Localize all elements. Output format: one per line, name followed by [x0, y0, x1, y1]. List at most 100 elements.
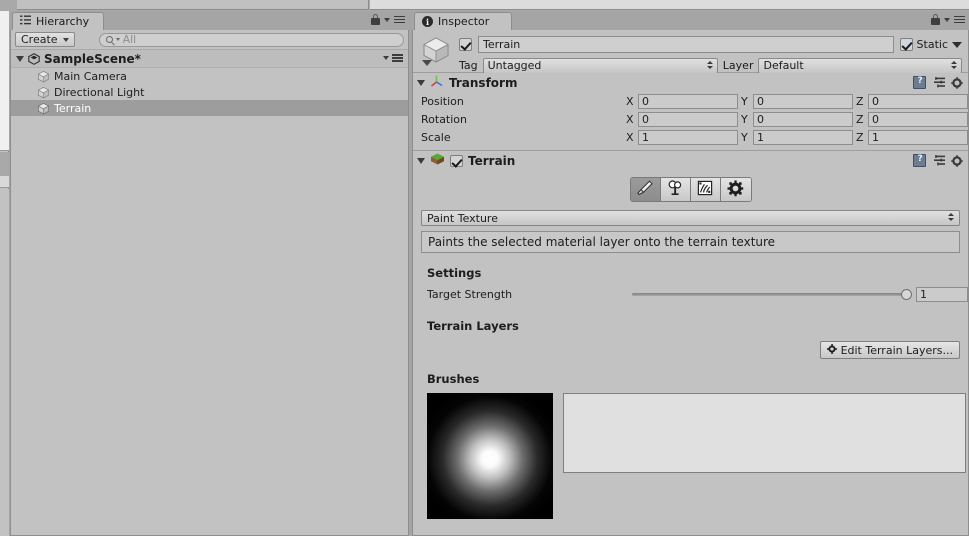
hamburger-menu-icon[interactable] [394, 15, 405, 24]
gear-icon[interactable] [951, 76, 963, 89]
position-x-input[interactable]: 0 [638, 93, 738, 109]
position-z-value: 0 [872, 94, 879, 108]
position-x-value: 0 [642, 94, 649, 108]
component-header-terrain[interactable]: Terrain [413, 151, 968, 170]
search-input[interactable]: All [98, 32, 404, 47]
list-item[interactable]: Main Camera [11, 68, 408, 84]
component-header-transform[interactable]: Transform [413, 73, 968, 92]
target-strength-label: Target Strength [427, 287, 513, 301]
object-name-input[interactable]: Terrain [478, 36, 894, 53]
help-book-icon[interactable] [913, 76, 926, 89]
transform-header-icons [913, 76, 963, 89]
tag-value: Untagged [487, 59, 542, 72]
target-strength-slider[interactable]: 1 [632, 286, 968, 302]
static-checkbox[interactable] [899, 38, 913, 51]
scale-x-input[interactable]: 1 [638, 129, 738, 145]
help-book-icon[interactable] [913, 154, 926, 167]
static-label: Static [916, 38, 948, 51]
chevron-down-icon[interactable] [952, 41, 962, 48]
terrain-tool-group [629, 177, 752, 202]
transform-rotation-row: Rotation X 0 Y 0 Z 0 [413, 110, 968, 128]
chevron-updown-icon [951, 60, 957, 69]
list-item[interactable]: Directional Light [11, 84, 408, 100]
inspector-tabbar: i Inspector [412, 11, 969, 30]
scale-z-value: 1 [872, 130, 879, 144]
scene-context-menu[interactable] [383, 54, 403, 62]
object-thumbnail-icon [421, 35, 451, 66]
chevron-down-icon [62, 37, 69, 42]
rotation-z-input[interactable]: 0 [868, 111, 968, 127]
paint-terrain-tool-button[interactable] [630, 178, 661, 201]
chevron-down-icon[interactable] [944, 17, 950, 22]
brush-preview[interactable] [427, 393, 553, 519]
terrain-title: Terrain [468, 153, 516, 168]
rotation-y-value: 0 [757, 112, 764, 126]
chevron-down-icon [383, 55, 389, 60]
position-y-input[interactable]: 0 [753, 93, 853, 109]
tab-hierarchy[interactable]: Hierarchy [12, 12, 105, 30]
triangle-down-icon[interactable] [16, 55, 24, 62]
slider-handle[interactable] [901, 288, 912, 300]
triangle-down-icon[interactable] [422, 60, 432, 66]
lock-icon[interactable] [371, 14, 380, 25]
target-strength-input[interactable]: 1 [916, 286, 968, 302]
terrain-enabled-checkbox[interactable] [450, 154, 463, 167]
terrain-mode-value: Paint Texture [427, 211, 498, 225]
position-fields: X 0 Y 0 Z 0 [626, 93, 968, 109]
layer-dropdown[interactable]: Default [758, 57, 962, 74]
rotation-x-input[interactable]: 0 [638, 111, 738, 127]
gameobject-cube-icon [37, 102, 50, 115]
grass-details-icon [696, 179, 714, 200]
position-z-input[interactable]: 0 [868, 93, 968, 109]
inspector-tabbar-controls [931, 14, 965, 25]
paint-details-tool-button[interactable] [690, 178, 721, 201]
rotation-x-value: 0 [642, 112, 649, 126]
gear-icon [727, 180, 744, 200]
terrain-header-icons [913, 154, 963, 167]
triangle-down-icon[interactable] [417, 157, 425, 164]
transform-position-row: Position X 0 Y 0 Z 0 [413, 92, 968, 110]
tab-hierarchy-label: Hierarchy [36, 15, 90, 28]
scale-y-input[interactable]: 1 [753, 129, 853, 145]
tree-icon [666, 179, 684, 200]
create-button-label: Create [21, 33, 58, 46]
preset-icon[interactable] [932, 77, 945, 88]
preset-icon[interactable] [932, 155, 945, 166]
static-toggle-group: Static [899, 38, 962, 51]
object-enabled-checkbox[interactable] [459, 38, 472, 51]
left-sliver-section-a [0, 11, 9, 151]
tab-inspector[interactable]: i Inspector [414, 12, 513, 30]
chevron-updown-icon [948, 213, 954, 221]
paint-trees-tool-button[interactable] [660, 178, 691, 201]
terrain-mode-description-text: Paints the selected material layer onto … [428, 235, 776, 249]
object-header: Terrain Static Tag Untagged Layer Defaul… [413, 30, 968, 74]
axis-z-label: Z [856, 112, 864, 126]
chevron-down-icon[interactable] [384, 17, 390, 22]
scale-z-input[interactable]: 1 [868, 129, 968, 145]
hierarchy-tabbar-controls [371, 14, 405, 25]
brush-list[interactable] [563, 393, 966, 473]
scene-row[interactable]: SampleScene* [11, 50, 408, 68]
rotation-y-input[interactable]: 0 [753, 111, 853, 127]
terrain-settings-tool-button[interactable] [720, 178, 751, 201]
top-partial-strip [0, 0, 969, 11]
scale-label: Scale [421, 130, 451, 144]
lock-icon[interactable] [931, 14, 940, 25]
brushes-section-title: Brushes [427, 372, 480, 386]
paintbrush-icon [636, 179, 654, 200]
triangle-down-icon[interactable] [417, 79, 425, 86]
terrain-mode-dropdown[interactable]: Paint Texture [421, 210, 960, 226]
slider-track[interactable] [632, 292, 910, 296]
target-strength-value: 1 [920, 287, 927, 301]
list-item-terrain-selected[interactable]: Terrain [11, 100, 408, 116]
scale-x-value: 1 [642, 130, 649, 144]
left-panel-sliver [0, 11, 9, 536]
hamburger-menu-icon[interactable] [954, 15, 965, 24]
rotation-label: Rotation [421, 112, 468, 126]
gear-icon[interactable] [951, 154, 963, 167]
layer-label: Layer [722, 59, 754, 72]
tag-dropdown[interactable]: Untagged [482, 57, 718, 74]
edit-terrain-layers-button[interactable]: Edit Terrain Layers... [819, 341, 960, 359]
left-sliver-section-d [0, 189, 9, 536]
create-button[interactable]: Create [15, 32, 75, 47]
